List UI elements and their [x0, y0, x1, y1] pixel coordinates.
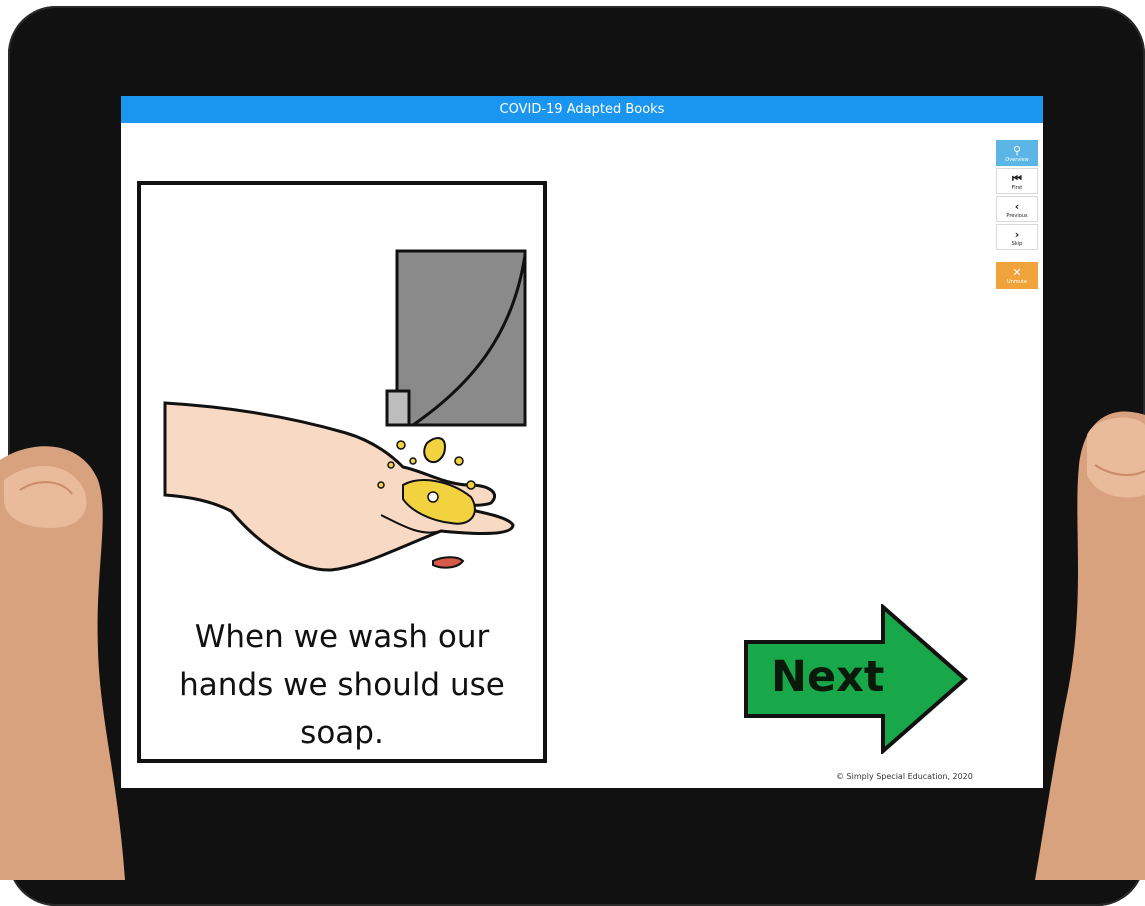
app-screen: COVID-19 Adapted Books When we wash our … [121, 96, 1043, 788]
right-hand [1035, 411, 1145, 880]
previous-button-label: Previous [1006, 213, 1028, 219]
first-page-icon: ⏮ [1012, 172, 1022, 185]
copyright-notice: © Simply Special Education, 2020 [836, 772, 973, 781]
close-icon: ✕ [1012, 266, 1022, 279]
overview-button-label: Overview [1005, 157, 1029, 163]
first-page-button[interactable]: ⏮ First [996, 168, 1038, 194]
reader-toolbar: ⚲ Overview ⏮ First ‹ Previous › Skip ✕ U… [996, 140, 1038, 291]
book-page: When we wash our hands we should use soa… [137, 181, 547, 763]
chevron-left-icon: ‹ [1014, 200, 1020, 213]
handwashing-illustration [163, 249, 527, 572]
left-hand [0, 446, 125, 880]
overview-button[interactable]: ⚲ Overview [996, 140, 1038, 166]
page-sentence: When we wash our hands we should use soa… [179, 619, 505, 751]
app-title: COVID-19 Adapted Books [499, 102, 665, 117]
next-button[interactable] [743, 604, 969, 754]
app-title-bar: COVID-19 Adapted Books [121, 96, 1043, 123]
tablet-scene: COVID-19 Adapted Books When we wash our … [0, 0, 1145, 906]
skip-button-label: Skip [1011, 241, 1023, 247]
unmute-button-label: Unmute [1007, 279, 1027, 285]
skip-button[interactable]: › Skip [996, 224, 1038, 250]
chevron-right-icon: › [1014, 228, 1020, 241]
unmute-button[interactable]: ✕ Unmute [996, 262, 1038, 289]
previous-button[interactable]: ‹ Previous [996, 196, 1038, 222]
search-icon: ⚲ [1012, 144, 1022, 157]
first-page-button-label: First [1011, 185, 1023, 191]
